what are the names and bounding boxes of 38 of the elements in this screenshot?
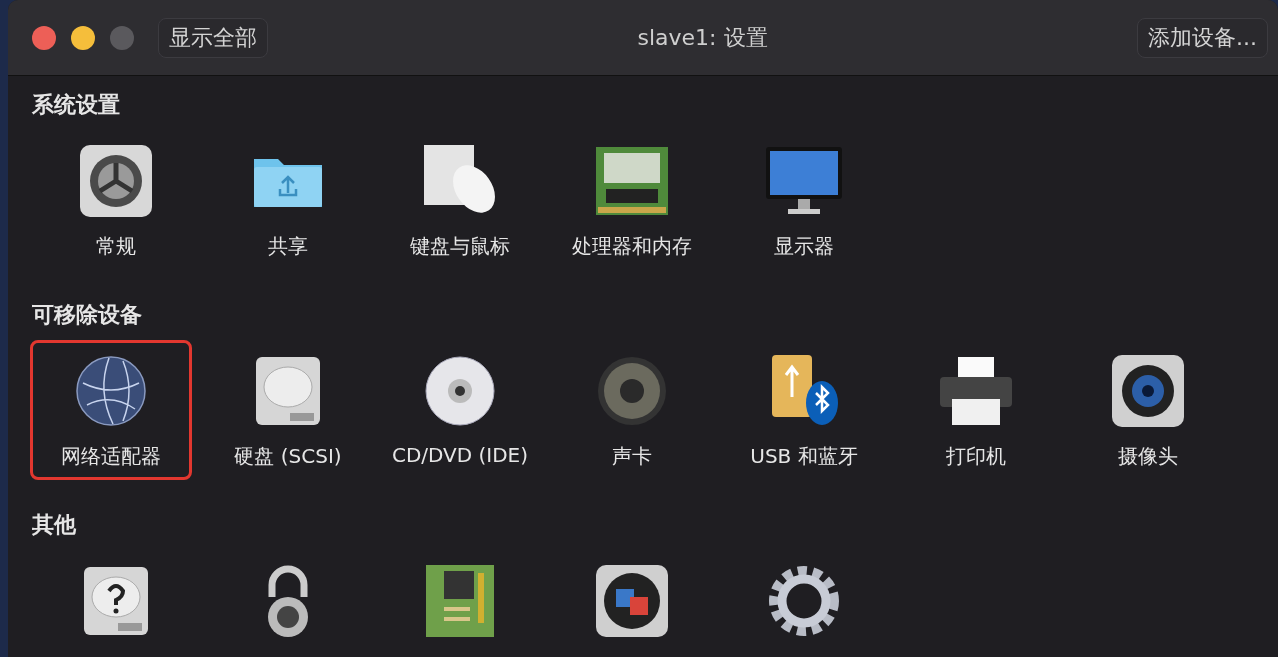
add-device-button[interactable]: 添加设备... — [1137, 17, 1268, 58]
item-label: 摄像头 — [1118, 443, 1178, 470]
item-label: 硬盘 (SCSI) — [234, 443, 342, 470]
gear-icon — [78, 143, 154, 219]
settings-item[interactable]: USB 和蓝牙 — [718, 340, 890, 480]
settings-item[interactable]: 打印机 — [890, 340, 1062, 480]
item-label: 共享 — [268, 233, 308, 260]
item-label: 声卡 — [612, 443, 652, 470]
window-title: slave1: 设置 — [636, 23, 769, 52]
settings-item[interactable]: 共享 — [202, 130, 374, 270]
item-label: CD/DVD (IDE) — [391, 443, 529, 467]
item-label: 网络适配器 — [61, 443, 161, 470]
settings-icon — [766, 563, 842, 639]
item-label: 显示器 — [774, 233, 834, 260]
item-label: 常规 — [96, 233, 136, 260]
minimize-button[interactable] — [71, 25, 95, 50]
close-button[interactable] — [32, 25, 56, 50]
camera-icon — [1110, 353, 1186, 429]
globe-icon — [73, 353, 149, 429]
settings-item[interactable]: CD/DVD (IDE) — [374, 340, 546, 480]
show-all-button[interactable]: 显示全部 — [158, 17, 268, 58]
settings-item[interactable]: 摄像头 — [1062, 340, 1234, 480]
section-heading: 可移除设备 — [32, 301, 143, 329]
disc-icon — [422, 353, 498, 429]
settings-item[interactable]: 声卡 — [546, 340, 718, 480]
settings-item[interactable]: 处理器和内存 — [546, 130, 718, 270]
settings-item[interactable]: 常规 — [30, 130, 202, 270]
section-heading: 其他 — [32, 511, 77, 539]
item-label: 键盘与鼠标 — [410, 233, 510, 260]
item-label: USB 和蓝牙 — [750, 443, 858, 470]
settings-item[interactable]: 网络适配器 — [30, 340, 192, 480]
settings-item[interactable]: 硬盘 (SCSI) — [202, 340, 374, 480]
item-label: 打印机 — [946, 443, 1006, 470]
settings-item[interactable]: 键盘与鼠标 — [374, 130, 546, 270]
settings-item[interactable]: 显示器 — [718, 130, 890, 270]
section-heading: 系统设置 — [32, 91, 121, 119]
app-icon — [594, 563, 670, 639]
item-label: 处理器和内存 — [572, 233, 692, 260]
